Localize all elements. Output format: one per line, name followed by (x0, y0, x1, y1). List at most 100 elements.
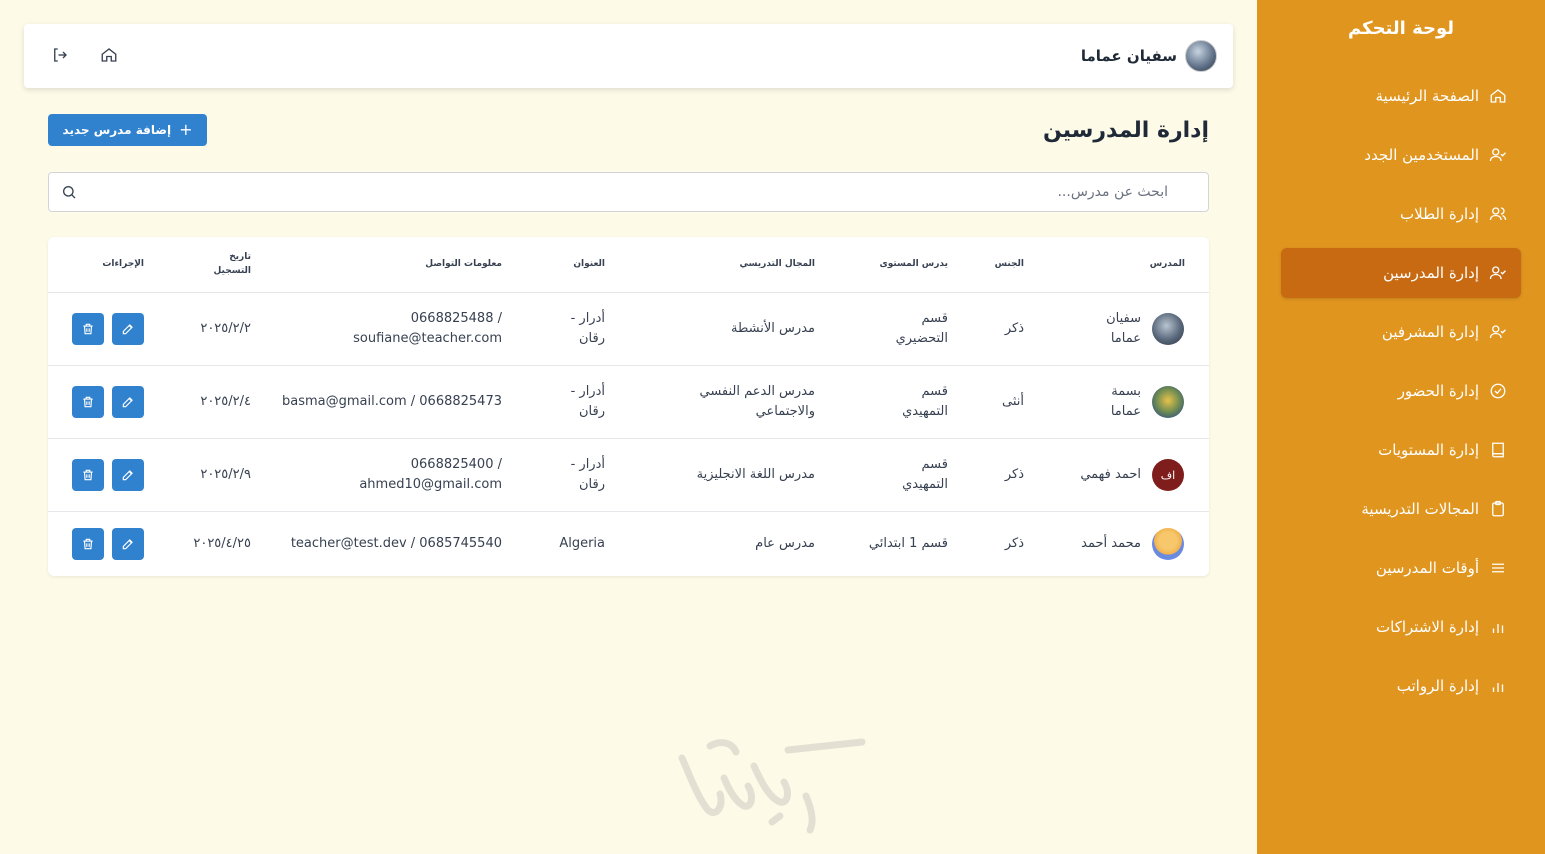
sidebar-item-new-users[interactable]: المستخدمين الجدد (1281, 130, 1521, 180)
user-check-icon (1489, 323, 1507, 341)
registration-date: ٢٠٢٥/٢/٢ (200, 320, 251, 336)
address: أدرار - رقان (570, 310, 605, 346)
sidebar-item-subscriptions[interactable]: إدارة الاشتراكات (1281, 602, 1521, 652)
sidebar-item-label: الصفحة الرئيسية (1375, 87, 1480, 105)
avatar (1152, 386, 1184, 418)
header-actions: الإجراءات (102, 258, 144, 269)
book-icon (1489, 441, 1507, 459)
delete-button[interactable] (72, 386, 104, 418)
sidebar-item-label: إدارة الاشتراكات (1376, 618, 1479, 636)
sidebar: لوحة التحكم الصفحة الرئيسية المستخدمين ا… (1257, 0, 1545, 854)
watermark-logo (678, 738, 866, 834)
sidebar-item-supervisors[interactable]: إدارة المشرفين (1281, 307, 1521, 357)
level: قسم التمهيدي (902, 456, 948, 492)
user-name: سفيان عماما (1080, 47, 1177, 65)
table-row: بسمة عماما أنثى قسم التمهيدي مدرس الدعم … (48, 366, 1209, 438)
edit-button[interactable] (112, 386, 144, 418)
header-contact: معلومات التواصل (425, 258, 502, 269)
sidebar-item-label: إدارة الحضور (1397, 382, 1479, 400)
teacher-name: احمد فهمي (1080, 466, 1141, 482)
gender: ذكر (1004, 535, 1024, 551)
teacher-name: محمد أحمد (1081, 535, 1141, 551)
contact: basma@gmail.com / 0668825473 (282, 393, 502, 409)
search-box (48, 172, 1209, 212)
table-row: سفيان عماما ذكر قسم التحضيري مدرس الأنشط… (48, 293, 1209, 365)
address: أدرار - رقان (570, 383, 605, 419)
sidebar-item-fields[interactable]: المجالات التدريسية (1281, 484, 1521, 534)
table-row: محمد أحمد ذكر قسم 1 ابتدائي مدرس عام Alg… (48, 512, 1209, 576)
sidebar-item-levels[interactable]: إدارة المستويات (1281, 425, 1521, 475)
avatar (1152, 528, 1184, 560)
header-field: المجال التدريسي (739, 258, 815, 269)
table-row: اف احمد فهمي ذكر قسم التمهيدي مدرس اللغة… (48, 439, 1209, 511)
level: قسم التمهيدي (902, 383, 948, 419)
sidebar-item-salaries[interactable]: إدارة الرواتب (1281, 661, 1521, 711)
gender: أنثى (1002, 393, 1024, 409)
home-icon[interactable] (100, 46, 120, 66)
trash-icon (83, 323, 93, 335)
logout-icon[interactable] (51, 46, 71, 66)
registration-date: ٢٠٢٥/٢/٩ (200, 466, 251, 482)
teachers-table: المدرس الجنس يدرس المستوى المجال التدريس… (48, 237, 1209, 576)
user-check-icon (1489, 264, 1507, 282)
delete-button[interactable] (72, 313, 104, 345)
header-level: يدرس المستوى (879, 258, 948, 269)
sidebar-item-teacher-times[interactable]: أوقات المدرسين (1281, 543, 1521, 593)
header-teacher: المدرس (1149, 258, 1185, 269)
edit-button[interactable] (112, 459, 144, 491)
users-icon (1489, 205, 1507, 223)
contact: 0668825400 / ahmed10@gmail.com (359, 456, 502, 492)
sidebar-item-teachers[interactable]: إدارة المدرسين (1281, 248, 1521, 298)
sidebar-item-attendance[interactable]: إدارة الحضور (1281, 366, 1521, 416)
delete-button[interactable] (72, 459, 104, 491)
sidebar-item-label: المجالات التدريسية (1361, 500, 1479, 518)
sidebar-item-label: أوقات المدرسين (1375, 559, 1479, 577)
sidebar-item-students[interactable]: إدارة الطلاب (1281, 189, 1521, 239)
trash-icon (83, 396, 93, 408)
search-input[interactable] (108, 173, 1168, 211)
field: مدرس الأنشطة (731, 320, 815, 336)
address: Algeria (559, 535, 605, 551)
topbar: سفيان عماما (24, 24, 1233, 88)
level: قسم التحضيري (895, 310, 948, 346)
edit-button[interactable] (112, 528, 144, 560)
field: مدرس عام (755, 535, 815, 551)
gender: ذكر (1004, 466, 1024, 482)
home-icon (1489, 87, 1507, 105)
user-check-icon (1489, 146, 1507, 164)
edit-icon (122, 470, 133, 481)
avatar: اف (1152, 459, 1184, 491)
level: قسم 1 ابتدائي (868, 535, 948, 551)
bar-chart-icon (1489, 618, 1507, 636)
gender: ذكر (1004, 320, 1024, 336)
trash-icon (83, 469, 93, 481)
header-date: تاريخ التسجيل (213, 252, 252, 276)
header-address: العنوان (573, 258, 605, 269)
clipboard-icon (1489, 500, 1507, 518)
field: مدرس اللغة الانجليزية (696, 466, 815, 482)
user-profile[interactable]: سفيان عماما (1081, 40, 1217, 72)
trash-icon (83, 538, 93, 550)
contact: teacher@test.dev / 0685745540 (290, 535, 502, 551)
sidebar-title: لوحة التحكم (1347, 18, 1455, 39)
sidebar-item-label: إدارة الرواتب (1396, 677, 1479, 695)
sidebar-item-home[interactable]: الصفحة الرئيسية (1281, 71, 1521, 121)
sidebar-item-label: إدارة المدرسين (1383, 264, 1479, 282)
edit-icon (122, 397, 133, 408)
sidebar-item-label: إدارة المستويات (1378, 441, 1479, 459)
page-title: إدارة المدرسين (1042, 118, 1209, 143)
delete-button[interactable] (72, 528, 104, 560)
avatar (1185, 40, 1217, 72)
edit-icon (122, 539, 133, 550)
header-gender: الجنس (994, 258, 1024, 269)
teacher-name: سفيان عماما (1106, 310, 1141, 346)
registration-date: ٢٠٢٥/٤/٢٥ (193, 535, 251, 551)
edit-button[interactable] (112, 313, 144, 345)
address: أدرار - رقان (570, 456, 605, 492)
plus-icon: + (179, 120, 193, 139)
contact: 0668825488 / soufiane@teacher.com (353, 310, 502, 346)
sidebar-item-label: إدارة المشرفين (1381, 323, 1479, 341)
avatar (1152, 313, 1184, 345)
add-teacher-label: إضافة مدرس جديد (62, 123, 172, 137)
add-teacher-button[interactable]: + إضافة مدرس جديد (48, 114, 207, 146)
